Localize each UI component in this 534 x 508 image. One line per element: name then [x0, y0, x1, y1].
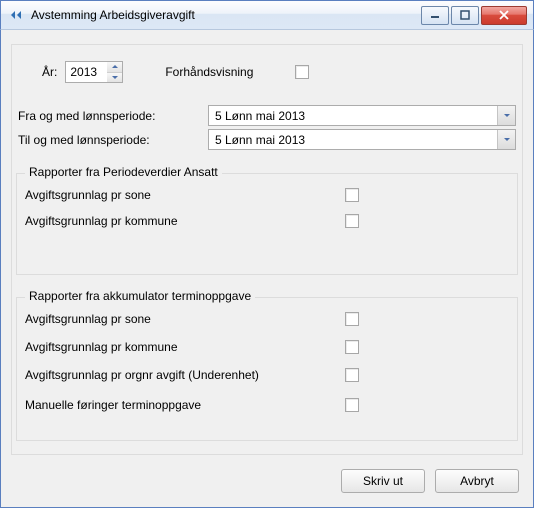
chevron-up-icon: [112, 65, 118, 68]
group-periodeverdier: Rapporter fra Periodeverdier Ansatt Avgi…: [16, 173, 518, 275]
chevron-down-icon: [504, 114, 510, 117]
year-spin-up[interactable]: [107, 62, 122, 73]
from-period-row: Fra og med lønnsperiode: 5 Lønn mai 2013: [18, 105, 516, 126]
group2-row1-label: Avgiftsgrunnlag pr kommune: [25, 340, 178, 354]
group1-row-0: Avgiftsgrunnlag pr sone: [25, 188, 509, 202]
year-row: År: Forhåndsvisning: [42, 61, 309, 83]
group1-row0-label: Avgiftsgrunnlag pr sone: [25, 188, 151, 202]
main-panel: År: Forhåndsvisning Fra og med lønnsperi…: [11, 44, 523, 455]
cancel-button[interactable]: Avbryt: [435, 469, 519, 493]
group2-row-3: Manuelle føringer terminoppgave: [25, 398, 509, 412]
app-icon: [9, 7, 25, 23]
to-period-dropdown[interactable]: 5 Lønn mai 2013: [208, 129, 516, 150]
group2-row3-label: Manuelle føringer terminoppgave: [25, 398, 201, 412]
dropdown-button[interactable]: [497, 130, 515, 149]
titlebar: Avstemming Arbeidsgiveravgift: [0, 0, 534, 30]
minimize-button[interactable]: [421, 6, 449, 25]
group2-legend: Rapporter fra akkumulator terminoppgave: [25, 289, 255, 303]
button-bar: Skriv ut Avbryt: [341, 469, 519, 493]
dropdown-button[interactable]: [497, 106, 515, 125]
group2-row1-checkbox[interactable]: [345, 340, 359, 354]
from-period-value: 5 Lønn mai 2013: [209, 109, 497, 123]
from-period-dropdown[interactable]: 5 Lønn mai 2013: [208, 105, 516, 126]
group-akkumulator: Rapporter fra akkumulator terminoppgave …: [16, 297, 518, 441]
close-button[interactable]: [481, 6, 527, 25]
to-period-label: Til og med lønnsperiode:: [18, 133, 208, 147]
group1-row-1: Avgiftsgrunnlag pr kommune: [25, 214, 509, 228]
group2-row-1: Avgiftsgrunnlag pr kommune: [25, 340, 509, 354]
client-area: År: Forhåndsvisning Fra og med lønnsperi…: [0, 30, 534, 508]
year-spinner[interactable]: [65, 61, 123, 83]
group2-row-2: Avgiftsgrunnlag pr orgnr avgift (Underen…: [25, 368, 509, 382]
year-spin-down[interactable]: [107, 73, 122, 83]
group2-row-0: Avgiftsgrunnlag pr sone: [25, 312, 509, 326]
year-input[interactable]: [65, 61, 107, 83]
print-button[interactable]: Skriv ut: [341, 469, 425, 493]
year-label: År:: [42, 65, 57, 79]
group1-legend: Rapporter fra Periodeverdier Ansatt: [25, 165, 222, 179]
chevron-down-icon: [504, 138, 510, 141]
to-period-row: Til og med lønnsperiode: 5 Lønn mai 2013: [18, 129, 516, 150]
group1-row0-checkbox[interactable]: [345, 188, 359, 202]
chevron-down-icon: [112, 76, 118, 79]
window-title: Avstemming Arbeidsgiveravgift: [31, 8, 195, 22]
group2-row0-checkbox[interactable]: [345, 312, 359, 326]
from-period-label: Fra og med lønnsperiode:: [18, 109, 208, 123]
group2-row3-checkbox[interactable]: [345, 398, 359, 412]
close-icon: [498, 10, 510, 20]
preview-label: Forhåndsvisning: [165, 65, 253, 79]
maximize-icon: [460, 10, 470, 20]
preview-checkbox[interactable]: [295, 65, 309, 79]
group2-row2-checkbox[interactable]: [345, 368, 359, 382]
group1-row1-label: Avgiftsgrunnlag pr kommune: [25, 214, 178, 228]
group2-row0-label: Avgiftsgrunnlag pr sone: [25, 312, 151, 326]
group2-row2-label: Avgiftsgrunnlag pr orgnr avgift (Underen…: [25, 368, 259, 382]
to-period-value: 5 Lønn mai 2013: [209, 133, 497, 147]
maximize-button[interactable]: [451, 6, 479, 25]
group1-row1-checkbox[interactable]: [345, 214, 359, 228]
minimize-icon: [430, 10, 440, 20]
